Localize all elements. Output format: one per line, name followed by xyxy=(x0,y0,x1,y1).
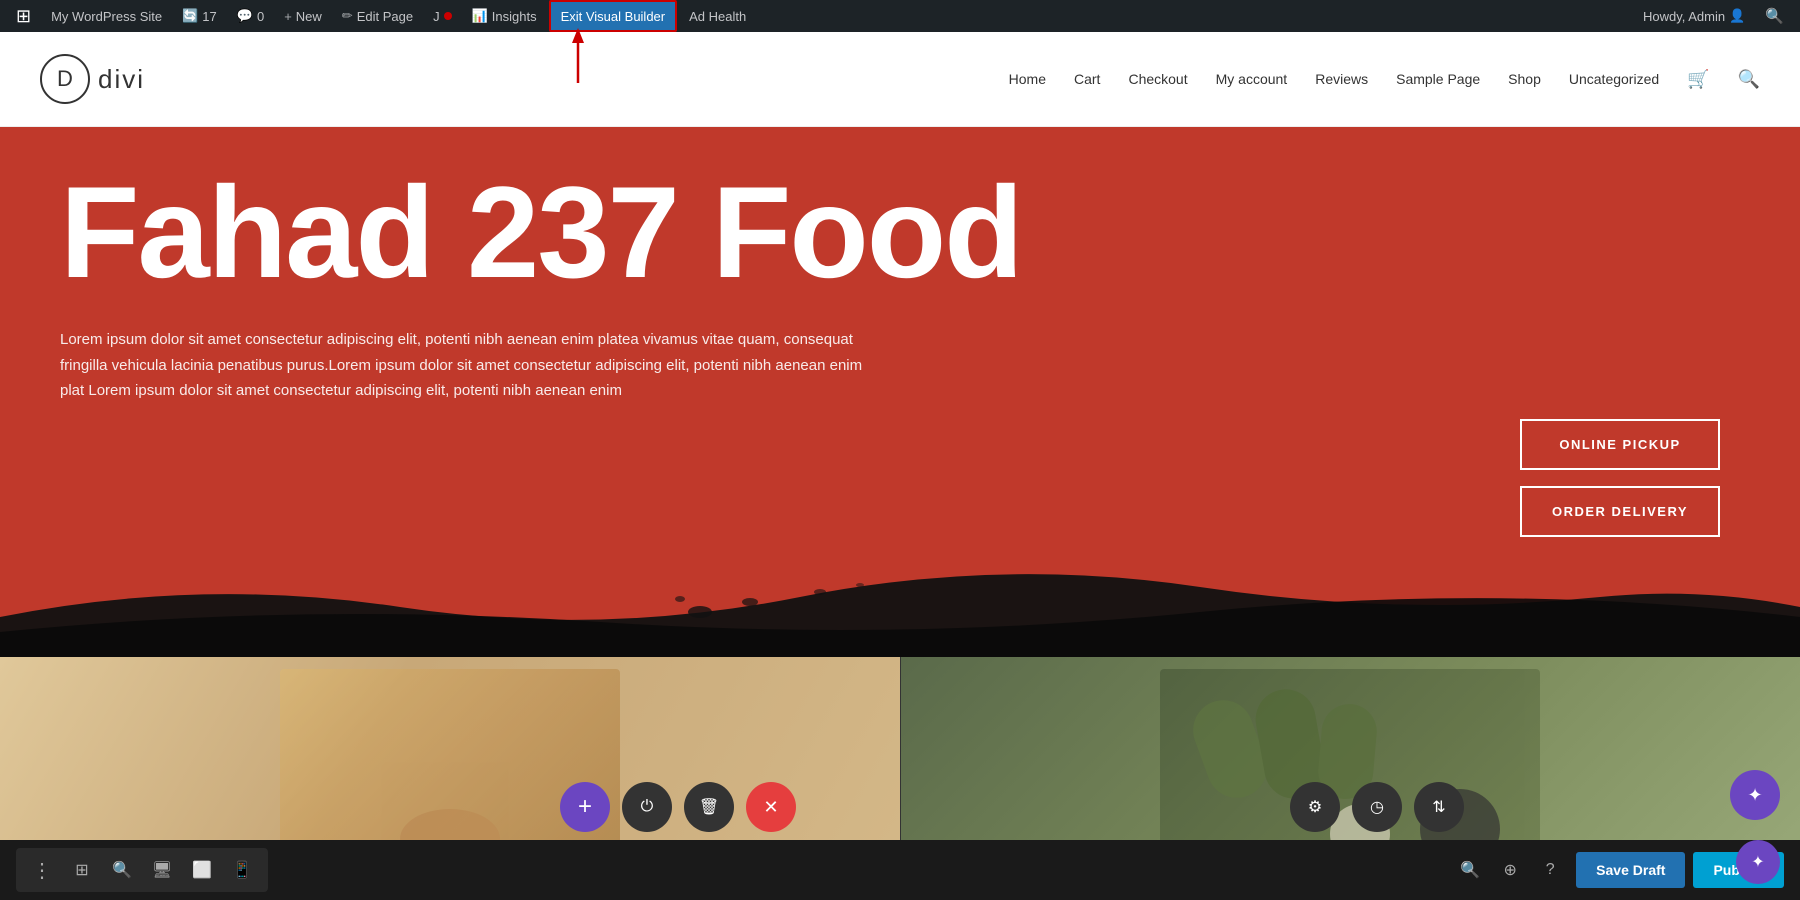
hero-subtitle: Lorem ipsum dolor sit amet consectetur a… xyxy=(60,327,880,404)
wp-logo[interactable]: ⊞ xyxy=(8,0,39,32)
hero-brush-stroke xyxy=(0,557,1800,657)
admin-bar: ⊞ My WordPress Site 🔄 17 💬 0 + New ✏ Edi… xyxy=(0,0,1800,32)
cart-icon[interactable]: 🛒 xyxy=(1687,69,1709,90)
toolbar-phone-button[interactable]: 📱 xyxy=(224,852,260,888)
nav-uncategorized[interactable]: Uncategorized xyxy=(1569,71,1659,87)
delete-button[interactable]: 🗑 xyxy=(684,782,734,832)
nav-shop[interactable]: Shop xyxy=(1508,71,1541,87)
divi-ai-button-bottom[interactable]: ✦ xyxy=(1736,840,1780,884)
site-header: D divi Home Cart Checkout My account Rev… xyxy=(0,32,1800,127)
history-button[interactable]: ◷ xyxy=(1352,782,1402,832)
toolbar-right-icons: 🔍 ⊕ ? xyxy=(1452,852,1568,888)
close-button[interactable]: ✕ xyxy=(746,782,796,832)
nav-home[interactable]: Home xyxy=(1009,71,1046,87)
toolbar-layers-button[interactable]: ⊕ xyxy=(1492,852,1528,888)
toolbar-tablet-button[interactable]: ⬜ xyxy=(184,852,220,888)
search-icon[interactable]: 🔍 xyxy=(1738,69,1760,90)
exit-visual-builder-button[interactable]: Exit Visual Builder xyxy=(549,0,678,32)
insights-button[interactable]: 📊 Insights xyxy=(464,0,545,32)
toolbar-display-button[interactable]: 🖥 xyxy=(144,852,180,888)
jetpack-status-dot xyxy=(444,12,452,20)
toolbar-help-button[interactable]: ? xyxy=(1532,852,1568,888)
save-draft-button[interactable]: Save Draft xyxy=(1576,852,1685,888)
logo-circle: D xyxy=(40,54,90,104)
new-button[interactable]: + New xyxy=(276,0,330,32)
hero-title: Fahad 237 Food xyxy=(60,167,1740,297)
admin-bar-right: Howdy, Admin 👤 🔍 xyxy=(1635,7,1792,25)
hero-buttons: ONLINE PICKUP ORDER DELIVERY xyxy=(1520,419,1720,537)
settings-button[interactable]: ⚙ xyxy=(1290,782,1340,832)
comments-button[interactable]: 💬 0 xyxy=(229,0,272,32)
site-name[interactable]: My WordPress Site xyxy=(43,0,170,32)
power-button[interactable]: ⏻ xyxy=(622,782,672,832)
nav-my-account[interactable]: My account xyxy=(1216,71,1288,87)
divi-ai-button-top[interactable]: ✦ xyxy=(1730,770,1780,820)
toolbar-left: ⋮ ⊞ 🔍 🖥 ⬜ 📱 xyxy=(16,848,268,892)
online-pickup-button[interactable]: ONLINE PICKUP xyxy=(1520,419,1720,470)
hero-section: Fahad 237 Food Lorem ipsum dolor sit ame… xyxy=(0,127,1800,657)
logo-text: divi xyxy=(98,64,145,95)
nav-reviews[interactable]: Reviews xyxy=(1315,71,1368,87)
hero-text-col: Lorem ipsum dolor sit amet consectetur a… xyxy=(60,327,880,404)
floating-actions-right: ⚙ ◷ ⇅ xyxy=(1290,782,1464,832)
edit-page-button[interactable]: ✏ Edit Page xyxy=(334,0,421,32)
floating-actions-left: + ⏻ 🗑 ✕ xyxy=(560,782,796,832)
howdy-admin[interactable]: Howdy, Admin 👤 xyxy=(1635,8,1753,24)
add-section-button[interactable]: + xyxy=(560,782,610,832)
bottom-toolbar: ⋮ ⊞ 🔍 🖥 ⬜ 📱 🔍 ⊕ ? Save Draft Publish xyxy=(0,840,1800,900)
toolbar-search-right-button[interactable]: 🔍 xyxy=(1452,852,1488,888)
jetpack-button[interactable]: J xyxy=(425,0,460,32)
toolbar-search-button[interactable]: 🔍 xyxy=(104,852,140,888)
nav-checkout[interactable]: Checkout xyxy=(1128,71,1187,87)
toolbar-dots-button[interactable]: ⋮ xyxy=(24,852,60,888)
logo[interactable]: D divi xyxy=(40,54,145,104)
search-admin-button[interactable]: 🔍 xyxy=(1757,7,1792,25)
move-button[interactable]: ⇅ xyxy=(1414,782,1464,832)
toolbar-right: 🔍 ⊕ ? Save Draft Publish xyxy=(1452,852,1784,888)
site-navigation: Home Cart Checkout My account Reviews Sa… xyxy=(1009,69,1760,90)
ad-health-button[interactable]: Ad Health xyxy=(681,0,754,32)
nav-cart[interactable]: Cart xyxy=(1074,71,1100,87)
toolbar-grid-button[interactable]: ⊞ xyxy=(64,852,100,888)
updates-button[interactable]: 🔄 17 xyxy=(174,0,225,32)
order-delivery-button[interactable]: ORDER DELIVERY xyxy=(1520,486,1720,537)
nav-sample-page[interactable]: Sample Page xyxy=(1396,71,1480,87)
